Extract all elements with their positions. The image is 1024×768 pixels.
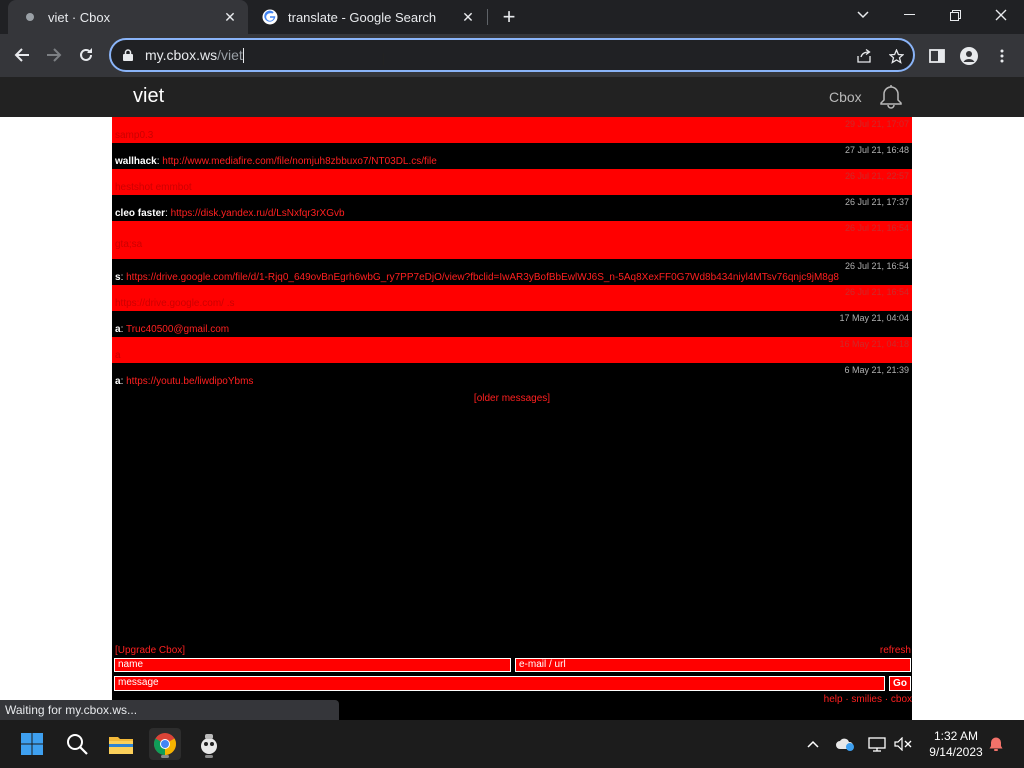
email-field[interactable]: e-mail / url <box>515 658 911 672</box>
tab-cbox[interactable]: viet · Cbox ✕ <box>8 0 248 34</box>
older-messages-link[interactable]: [older messages] <box>112 393 912 404</box>
message-text: https://drive.google.com/ .s <box>115 298 235 309</box>
message-date: 16 May 21, 04:18 <box>839 339 909 349</box>
message-row: 6 May 21, 21:39 a: https://youtu.be/liwd… <box>115 365 909 387</box>
page-viewport: viet Cbox 29 Jul 21, 17:07 samp0.3 27 Ju… <box>0 77 1024 720</box>
volume-muted-icon[interactable] <box>892 734 914 754</box>
message-text: hestshot emmbot <box>115 182 192 193</box>
kebab-menu-icon[interactable] <box>990 44 1014 68</box>
message-date: 26 Jul 21, 22:57 <box>844 171 909 181</box>
message-link[interactable]: https://drive.google.com/file/d/1-Rjq0_6… <box>126 272 839 283</box>
browser-toolbar: my.cbox.ws/viet <box>0 34 1024 77</box>
close-window-icon[interactable] <box>978 0 1024 30</box>
minimize-icon[interactable] <box>886 0 932 30</box>
message-row: 26 Jul 21, 17:37 cleo faster: https://di… <box>115 197 909 219</box>
url-host: my.cbox.ws <box>145 46 218 63</box>
tab-strip: viet · Cbox ✕ translate - Google Search … <box>0 0 1024 34</box>
address-bar[interactable]: my.cbox.ws/viet <box>109 38 915 72</box>
share-icon[interactable] <box>853 46 875 66</box>
clock-date: 9/14/2023 <box>929 745 983 759</box>
message-date: 26 Jul 21, 16:54 <box>844 223 909 233</box>
refresh-link[interactable]: refresh <box>880 645 911 656</box>
system-clock[interactable]: 1:32 AM 9/14/2023 <box>920 728 992 760</box>
bookmark-star-icon[interactable] <box>885 46 907 66</box>
message-date: 6 May 21, 21:39 <box>844 365 909 375</box>
message-row: 17 May 21, 04:04 a: Truc40500@gmail.com <box>115 313 909 335</box>
message-row: 26 Jul 21, 16:54 gta;sa <box>112 221 912 259</box>
message-link[interactable]: http://www.mediafire.com/file/nomjuh8zbb… <box>162 156 437 167</box>
message-text: gta;sa <box>115 239 143 250</box>
message-author: cleo faster <box>115 208 166 219</box>
text-cursor-icon: I <box>381 50 386 69</box>
cbox-favicon-icon <box>22 9 38 25</box>
tab-title: translate - Google Search <box>288 9 437 25</box>
notification-bell-icon[interactable] <box>985 734 1007 754</box>
restore-icon[interactable] <box>932 0 978 30</box>
forward-arrow-icon[interactable] <box>39 40 69 70</box>
clock-time: 1:32 AM <box>933 729 979 743</box>
go-button[interactable]: Go <box>889 676 911 691</box>
side-panel-icon[interactable] <box>925 44 949 68</box>
display-icon[interactable] <box>866 734 888 754</box>
message-link[interactable]: https://youtu.be/liwdipoYbms <box>126 376 253 387</box>
close-tab-icon[interactable]: ✕ <box>220 7 240 27</box>
message-date: 27 Jul 21, 16:48 <box>844 145 909 155</box>
tab-title: viet · Cbox <box>48 9 111 25</box>
message-field[interactable]: message <box>114 676 885 691</box>
upgrade-cbox-link[interactable]: [Upgrade Cbox] <box>115 645 185 656</box>
onedrive-icon[interactable] <box>834 734 856 754</box>
message-row: 29 Jul 21, 17:07 samp0.3 <box>112 117 912 143</box>
google-favicon-icon <box>262 9 278 25</box>
message-row: 16 May 21, 04:18 a <box>112 337 912 363</box>
message-text: samp0.3 <box>115 130 154 141</box>
message-date: 26 Jul 21, 17:37 <box>844 197 909 207</box>
tab-google-search[interactable]: translate - Google Search ✕ <box>248 0 486 34</box>
message-row: 26 Jul 21, 16:54 https://drive.google.co… <box>112 285 912 311</box>
url-path: /viet <box>217 46 243 63</box>
message-date: 29 Jul 21, 17:07 <box>844 119 909 129</box>
tab-search-chevron-icon[interactable] <box>840 0 886 30</box>
message-link[interactable]: https://disk.yandex.ru/d/LsNxfqr3rXGvb <box>171 208 345 219</box>
lock-icon[interactable] <box>121 48 135 62</box>
cbox-header: viet Cbox <box>0 77 1024 117</box>
message-date: 26 Jul 21, 16:54 <box>844 261 909 271</box>
reload-icon[interactable] <box>71 40 101 70</box>
taskbar: 1:32 AM 9/14/2023 <box>0 720 1024 768</box>
chat-box: 29 Jul 21, 17:07 samp0.3 27 Jul 21, 16:4… <box>112 117 912 720</box>
text-caret <box>242 48 244 64</box>
message-link[interactable]: Truc40500@gmail.com <box>126 324 229 335</box>
windows-start-icon[interactable] <box>16 728 48 760</box>
message-row: 27 Jul 21, 16:48 wallhack: http://www.me… <box>115 145 909 167</box>
search-icon[interactable] <box>61 728 93 760</box>
page-title[interactable]: viet <box>133 85 164 108</box>
message-text: a <box>115 350 121 361</box>
close-tab-icon[interactable]: ✕ <box>458 7 478 27</box>
show-hidden-icons-chevron-icon[interactable] <box>802 734 824 754</box>
footer-links[interactable]: help · smilies · cbox <box>824 694 912 705</box>
tab-separator <box>487 9 488 25</box>
message-row: 26 Jul 21, 22:57 hestshot emmbot <box>112 169 912 195</box>
app-icon[interactable] <box>193 728 225 760</box>
file-explorer-icon[interactable] <box>105 728 137 760</box>
back-arrow-icon[interactable] <box>7 40 37 70</box>
name-field[interactable]: name <box>114 658 511 672</box>
status-bubble: Waiting for my.cbox.ws... <box>0 700 339 720</box>
cbox-link[interactable]: Cbox <box>829 89 862 105</box>
active-app-indicator <box>161 755 169 758</box>
message-author: wallhack <box>115 156 157 167</box>
chrome-icon[interactable] <box>149 728 181 760</box>
profile-avatar-icon[interactable] <box>957 44 981 68</box>
message-row: 26 Jul 21, 16:54 s: https://drive.google… <box>115 261 909 283</box>
message-date: 17 May 21, 04:04 <box>839 313 909 323</box>
message-date: 26 Jul 21, 16:54 <box>844 287 909 297</box>
bell-icon[interactable] <box>878 84 904 110</box>
url-text[interactable]: my.cbox.ws/viet <box>145 47 244 64</box>
running-app-indicator <box>205 755 213 758</box>
new-tab-plus-icon[interactable]: + <box>496 4 522 30</box>
